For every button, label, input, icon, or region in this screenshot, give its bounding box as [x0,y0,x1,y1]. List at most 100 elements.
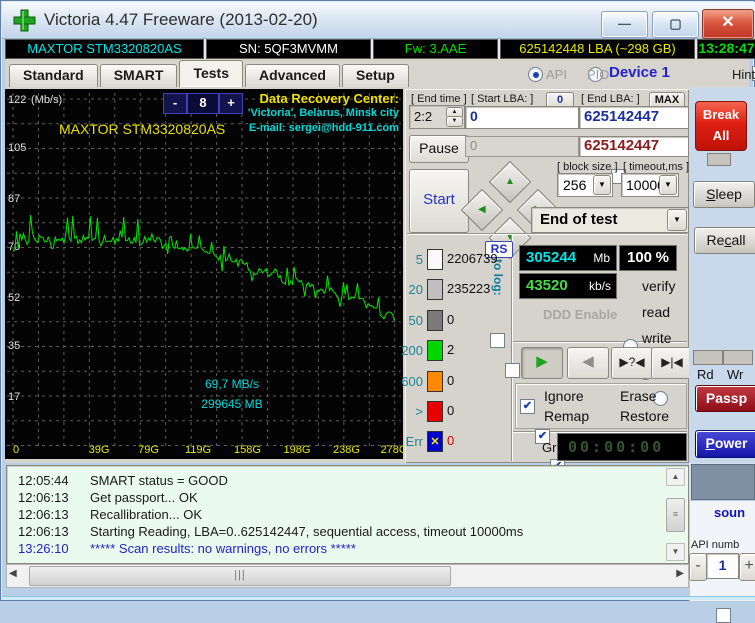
close-button[interactable]: ✕ [702,9,754,39]
latency-count-600: 0 [447,373,454,388]
percent-unit: % [656,249,669,266]
latency-color-swatch [427,310,443,331]
api-number-minus-button[interactable]: - [689,553,707,581]
log-time: 13:26:10 [18,541,69,556]
speed-unit: kb/s [589,279,611,293]
banner: Data Recovery Center: 'Victoria', Belaru… [248,91,399,136]
latency-count->: 0 [447,403,454,418]
step-button[interactable]: ▶|◀ [651,347,693,379]
zoom-level-value: 8 [187,93,219,114]
title-bar: Victoria 4.47 Freeware (2013-02-20) — ▢ … [2,2,755,39]
write-led [723,350,753,365]
latency-label-20: 20 [399,282,423,297]
step-glyph-icon: ▶|◀ [661,355,683,369]
api-radio[interactable] [528,67,543,82]
end-time-value: 2:2 [414,109,432,124]
tab-smart[interactable]: SMART [100,64,178,87]
end-action-combo[interactable]: End of test ▼ [531,207,689,233]
back-button[interactable]: ◀ [567,347,609,379]
log-time: 12:05:44 [18,473,69,488]
sleep-button[interactable]: Sleep [693,181,755,208]
megabytes-display: 305244 Mb [519,245,617,271]
start-lba-shadow-field: 0 [465,136,579,157]
action-radio-label-restore: Restore [620,408,669,424]
end-lba-input[interactable]: 625142447 [579,106,689,129]
tab-advanced[interactable]: Advanced [245,64,340,87]
latency-label->: > [399,404,423,419]
log-text: SMART status = GOOD [90,473,228,488]
latency-count-20: 235223 [447,281,490,296]
start-lba-input[interactable]: 0 [465,106,579,129]
status-led [707,153,731,166]
pause-button[interactable]: Pause [409,135,469,163]
zoom-in-button[interactable]: + [219,93,243,114]
log-text: Recallibration... OK [90,507,202,522]
latency-count-200: 2 [447,342,454,357]
maximize-button[interactable]: ▢ [652,11,699,38]
block-size-value: 256 [563,177,586,193]
latency-color-swatch [427,371,443,392]
recall-button[interactable]: Recall [694,227,755,254]
zoom-out-button[interactable]: - [163,93,187,114]
log-scroll-down-arrow-icon[interactable]: ▼ [666,543,685,561]
speed-graph[interactable]: 122(Mb/s)1058770523517039G79G119G158G198… [5,89,403,459]
play-glyph-icon: ▶ [536,353,548,370]
action-radio-label-erase: Erase [620,388,657,404]
scan-question-button[interactable]: ▶?◀ [611,347,653,379]
write-led-label: Wr [727,367,743,382]
scroll-right-arrow-icon[interactable]: ▶ [676,568,684,579]
tab-tests[interactable]: Tests [179,60,243,87]
graph-zoom-control: - 8 + [163,93,243,114]
elapsed-timer-display: 00:00:00 [557,433,687,461]
nav-left-button[interactable]: ◀ [461,189,503,231]
latency-label-600: 600 [399,374,423,389]
start-button[interactable]: Start [409,169,469,233]
end-lba-label: [ End LBA: ] [581,93,640,105]
play-button[interactable]: ▶ [521,347,563,379]
end-time-label: [ End time ] [411,93,467,105]
log-scrollbar-thumb[interactable]: ≡ [666,498,685,532]
break-all-button[interactable]: Break All [695,101,747,151]
power-button[interactable]: Power [695,430,755,458]
horizontal-scrollbar-thumb[interactable]: ||| [29,566,451,586]
latency-color-swatch [427,340,443,361]
tab-standard[interactable]: Standard [9,64,98,87]
latency-color-swatch [427,401,443,422]
end-time-spin-down[interactable]: ▼ [446,116,463,127]
start-lba-label: [ Start LBA: ] [471,93,533,105]
latency-label-200: 200 [399,343,423,358]
divider [407,233,687,234]
log-text: Get passport... OK [90,490,198,505]
log-scroll-up-arrow-icon[interactable]: ▲ [666,468,685,486]
timeout-label: [ timeout,ms ] [623,161,689,173]
svg-text:79G: 79G [138,444,159,456]
timeout-dropdown-arrow-icon[interactable]: ▼ [659,175,677,195]
end-action-dropdown-arrow-icon[interactable]: ▼ [667,209,687,231]
scroll-left-arrow-icon[interactable]: ◀ [9,568,17,579]
minimize-button[interactable]: — [601,11,648,38]
nav-up-button[interactable]: ▲ [489,161,531,203]
percent-display: 100 % [619,245,677,271]
end-time-spinner[interactable]: 2:2 ▲ ▼ [409,105,465,129]
api-number-plus-button[interactable]: + [739,553,755,581]
latency-label-Err: Err [399,434,423,449]
to-log-checkbox-50[interactable] [490,333,505,348]
svg-text:105: 105 [8,142,26,154]
timeout-combo[interactable]: 10000 ▼ [621,173,679,197]
block-size-label: [ block size ] [557,161,618,173]
svg-text:119G: 119G [185,444,211,456]
banner-line2: 'Victoria', Belarus, Minsk city [248,106,399,121]
mode-radio-label-write: write [642,330,672,346]
log-panel: 12:05:44 SMART status = GOOD 12:06:13 Get p… [6,465,689,564]
sound-checkbox[interactable] [716,608,731,623]
log-horizontal-scrollbar[interactable]: ◀ ||| ▶ [6,564,689,588]
tab-setup[interactable]: Setup [342,64,409,87]
to-log-checkbox-200[interactable] [505,363,520,378]
passport-button[interactable]: Passp [695,385,755,412]
device-selector[interactable]: Device 1 [609,64,670,81]
banner-line1: Data Recovery Center: [248,91,399,106]
block-size-combo[interactable]: 256 ▼ [557,173,613,197]
to-log-label: to log: [491,259,505,321]
log-time: 12:06:13 [18,507,69,522]
block-size-dropdown-arrow-icon[interactable]: ▼ [593,175,611,195]
